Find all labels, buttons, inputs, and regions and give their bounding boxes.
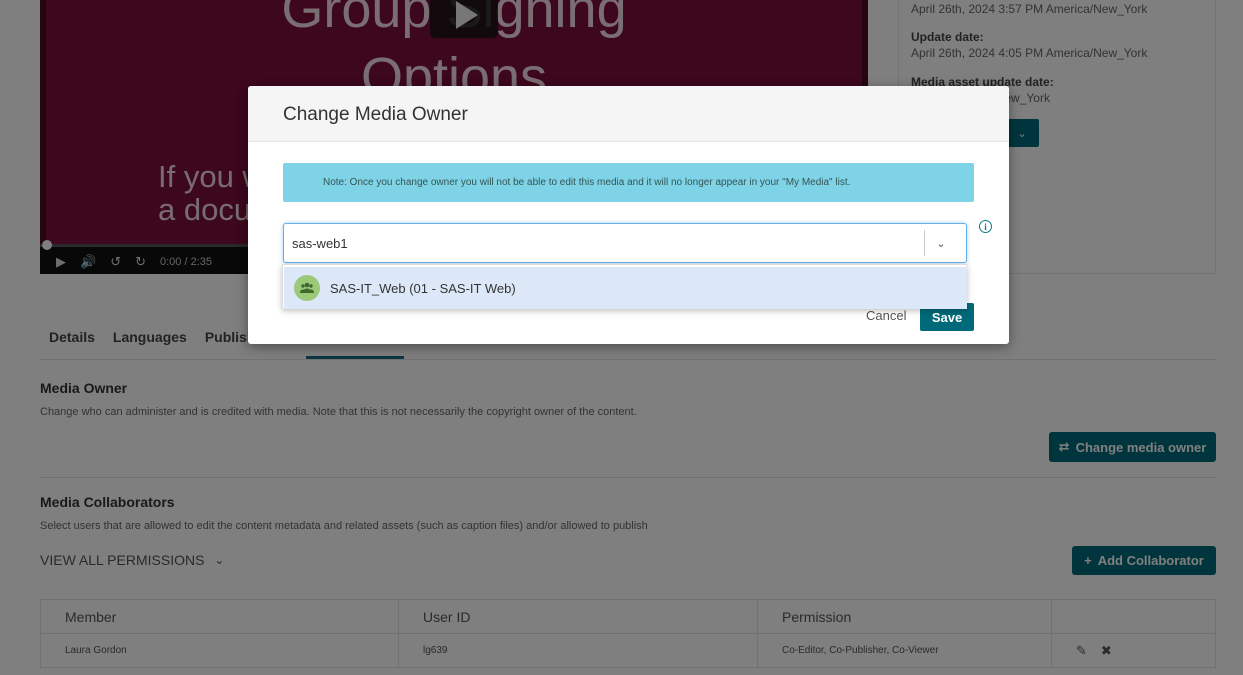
cancel-button[interactable]: Cancel: [866, 308, 906, 323]
group-users-icon: [294, 275, 320, 301]
owner-search-input[interactable]: [284, 235, 924, 251]
dialog-header: Change Media Owner: [248, 86, 1009, 142]
suggestion-option[interactable]: SAS-IT_Web (01 - SAS-IT Web): [284, 267, 967, 309]
info-icon[interactable]: i: [979, 220, 992, 233]
chevron-down-icon[interactable]: ⌄: [925, 223, 957, 263]
suggestion-option-label: SAS-IT_Web (01 - SAS-IT Web): [330, 280, 516, 296]
owner-change-note: Note: Once you change owner you will not…: [283, 163, 974, 202]
dialog-title: Change Media Owner: [283, 104, 468, 125]
owner-search-combobox[interactable]: ⌄: [283, 223, 967, 263]
owner-suggestions-dropdown: SAS-IT_Web (01 - SAS-IT Web): [282, 264, 967, 309]
